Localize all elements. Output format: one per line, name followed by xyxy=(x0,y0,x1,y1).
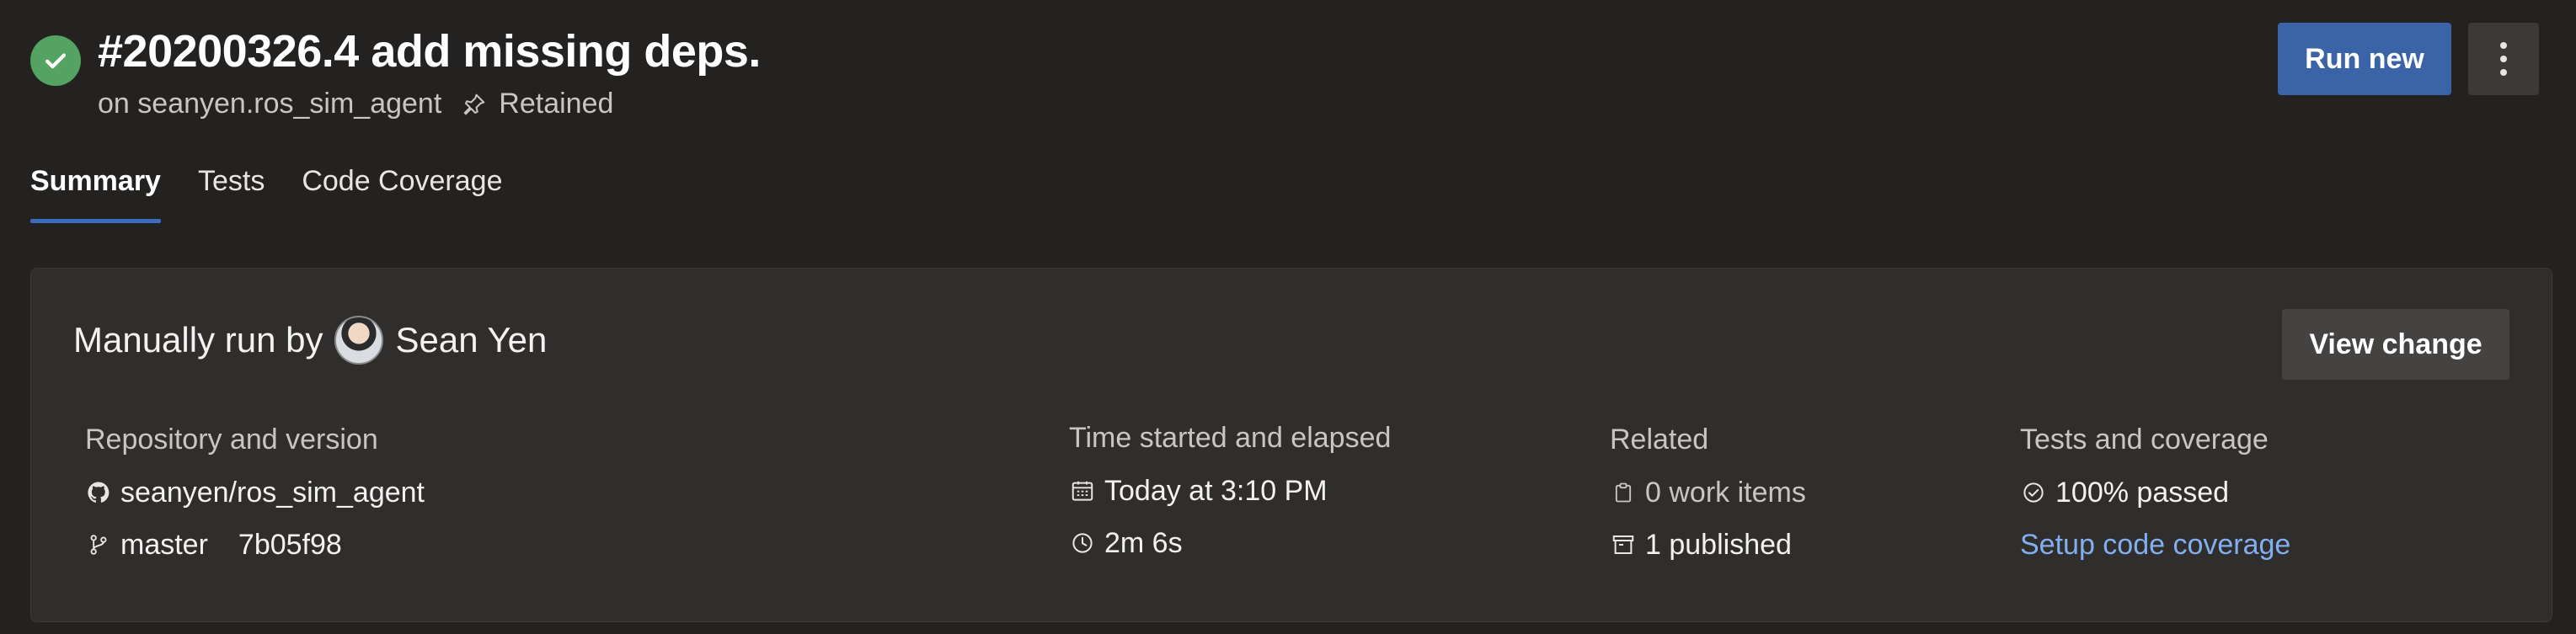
user-name[interactable]: Sean Yen xyxy=(395,320,547,360)
coverage-row[interactable]: Setup code coverage xyxy=(2020,528,2290,562)
commit-sha[interactable]: 7b05f98 xyxy=(238,529,342,562)
more-vertical-icon xyxy=(2500,42,2507,76)
tests-passed[interactable]: 100% passed xyxy=(2055,477,2229,509)
started-row: Today at 3:10 PM xyxy=(1069,474,1391,508)
pipeline-run-page: #20200326.4 add missing deps. on seanyen… xyxy=(0,0,2576,634)
check-circle-icon xyxy=(2020,479,2047,506)
pin-icon xyxy=(462,92,487,117)
repository-section: Repository and version seanyen/ros_sim_a… xyxy=(85,424,425,580)
branch-name[interactable]: master xyxy=(120,529,208,562)
clipboard-icon xyxy=(1610,479,1637,506)
summary-card: Manually run by Sean Yen View change Rep… xyxy=(30,268,2552,622)
run-title: #20200326.4 add missing deps. xyxy=(98,26,761,77)
repository-name[interactable]: seanyen/ros_sim_agent xyxy=(120,477,425,509)
retained-label[interactable]: Retained xyxy=(499,88,613,120)
tab-code-coverage[interactable]: Code Coverage xyxy=(302,165,502,223)
avatar xyxy=(334,316,384,365)
elapsed-row: 2m 6s xyxy=(1069,526,1391,560)
published-row[interactable]: 1 published xyxy=(1610,528,1806,562)
run-new-button[interactable]: Run new xyxy=(2278,23,2451,95)
repository-heading: Repository and version xyxy=(85,424,378,456)
tests-passed-row[interactable]: 100% passed xyxy=(2020,476,2290,509)
calendar-icon xyxy=(1069,477,1096,504)
tab-bar: Summary Tests Code Coverage xyxy=(30,165,539,223)
run-subtitle: on seanyen.ros_sim_agent Retained xyxy=(98,88,613,120)
branch-row: master 7b05f98 xyxy=(85,528,425,562)
github-icon xyxy=(85,479,112,506)
branch-icon xyxy=(85,531,112,558)
view-change-button[interactable]: View change xyxy=(2282,309,2509,380)
branch-prefix: on xyxy=(98,88,130,120)
repository-row[interactable]: seanyen/ros_sim_agent xyxy=(85,476,425,509)
agent-name: seanyen.ros_sim_agent xyxy=(137,88,442,120)
run-by-prefix: Manually run by xyxy=(73,320,323,360)
started-time: Today at 3:10 PM xyxy=(1104,474,1328,507)
artifact-icon xyxy=(1610,531,1637,558)
elapsed-time: 2m 6s xyxy=(1104,526,1183,559)
work-items-row[interactable]: 0 work items xyxy=(1610,476,1806,509)
tests-section: Tests and coverage 100% passed Setup cod… xyxy=(2020,424,2290,580)
time-heading: Time started and elapsed xyxy=(1069,422,1392,454)
time-section: Time started and elapsed Today at 3:10 P… xyxy=(1069,422,1391,578)
tab-summary[interactable]: Summary xyxy=(30,165,161,223)
setup-code-coverage-link[interactable]: Setup code coverage xyxy=(2020,529,2290,562)
tab-tests[interactable]: Tests xyxy=(198,165,265,223)
work-items-count[interactable]: 0 work items xyxy=(1645,477,1806,509)
more-actions-button[interactable] xyxy=(2468,23,2539,95)
published-count[interactable]: 1 published xyxy=(1645,529,1792,562)
related-section: Related 0 work items 1 published xyxy=(1610,424,1806,580)
clock-icon xyxy=(1069,530,1096,557)
run-by-heading: Manually run by Sean Yen xyxy=(73,316,547,365)
tests-heading: Tests and coverage xyxy=(2020,424,2269,456)
related-heading: Related xyxy=(1610,424,1709,456)
success-check-icon xyxy=(30,35,81,86)
